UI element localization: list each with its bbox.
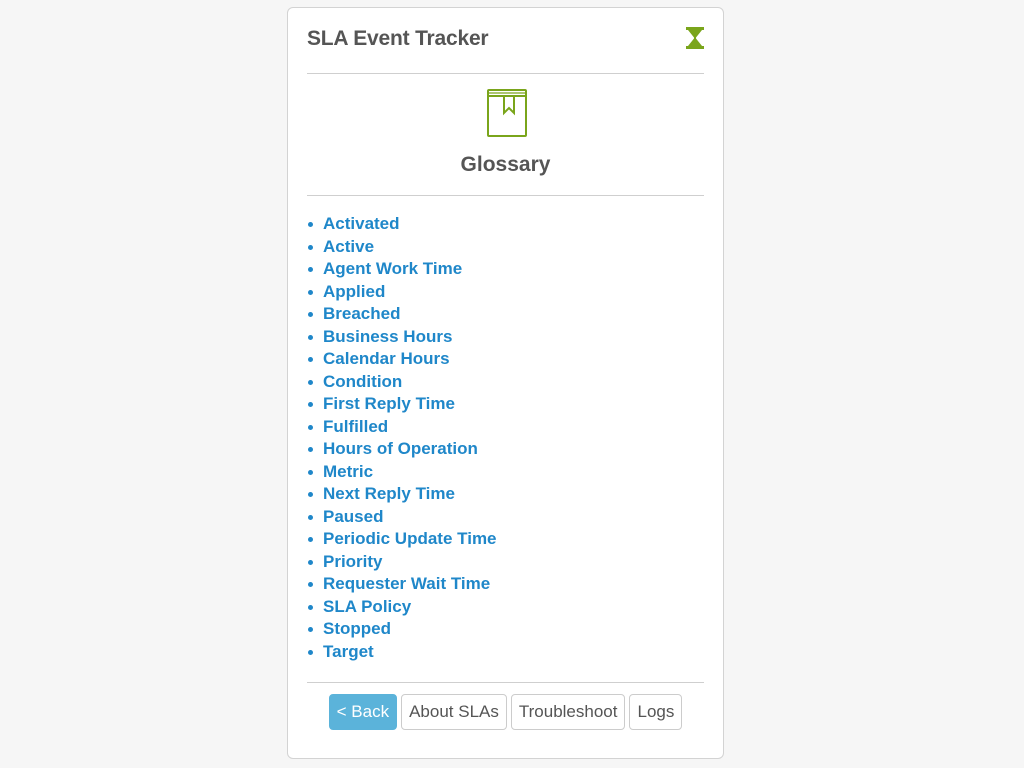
glossary-link[interactable]: Target (308, 641, 497, 664)
glossary-link[interactable]: Hours of Operation (308, 438, 497, 461)
glossary-link[interactable]: Fulfilled (308, 416, 497, 439)
troubleshoot-button[interactable]: Troubleshoot (510, 694, 626, 730)
glossary-link[interactable]: Condition (308, 371, 497, 394)
glossary-link[interactable]: Breached (308, 303, 497, 326)
glossary-link[interactable]: Agent Work Time (308, 258, 497, 281)
glossary-link[interactable]: Stopped (308, 618, 497, 641)
glossary-link[interactable]: Activated (308, 213, 497, 236)
about-slas-button[interactable]: About SLAs (401, 694, 507, 730)
glossary-link[interactable]: Applied (308, 281, 497, 304)
glossary-link[interactable]: SLA Policy (308, 596, 497, 619)
sla-tracker-panel: SLA Event Tracker Glossary Activated Act… (287, 7, 724, 759)
glossary-link[interactable]: First Reply Time (308, 393, 497, 416)
glossary-link[interactable]: Periodic Update Time (308, 528, 497, 551)
back-button[interactable]: < Back (328, 694, 398, 730)
section-title: Glossary (460, 153, 551, 176)
app-title: SLA Event Tracker (307, 27, 489, 50)
glossary-list: Activated Active Agent Work Time Applied… (308, 213, 497, 664)
glossary-link[interactable]: Metric (308, 461, 497, 484)
glossary-link[interactable]: Priority (308, 551, 497, 574)
hourglass-icon (686, 27, 704, 49)
glossary-link[interactable]: Next Reply Time (308, 483, 497, 506)
panel-header: SLA Event Tracker (307, 8, 704, 74)
footer-divider (307, 682, 704, 683)
book-icon (487, 89, 527, 137)
glossary-link[interactable]: Business Hours (308, 326, 497, 349)
logs-button[interactable]: Logs (629, 694, 683, 730)
glossary-link[interactable]: Active (308, 236, 497, 259)
glossary-hero: Glossary (307, 73, 704, 196)
footer-nav: < Back About SLAs Troubleshoot Logs (288, 694, 723, 730)
glossary-link[interactable]: Requester Wait Time (308, 573, 497, 596)
glossary-link[interactable]: Calendar Hours (308, 348, 497, 371)
glossary-link[interactable]: Paused (308, 506, 497, 529)
